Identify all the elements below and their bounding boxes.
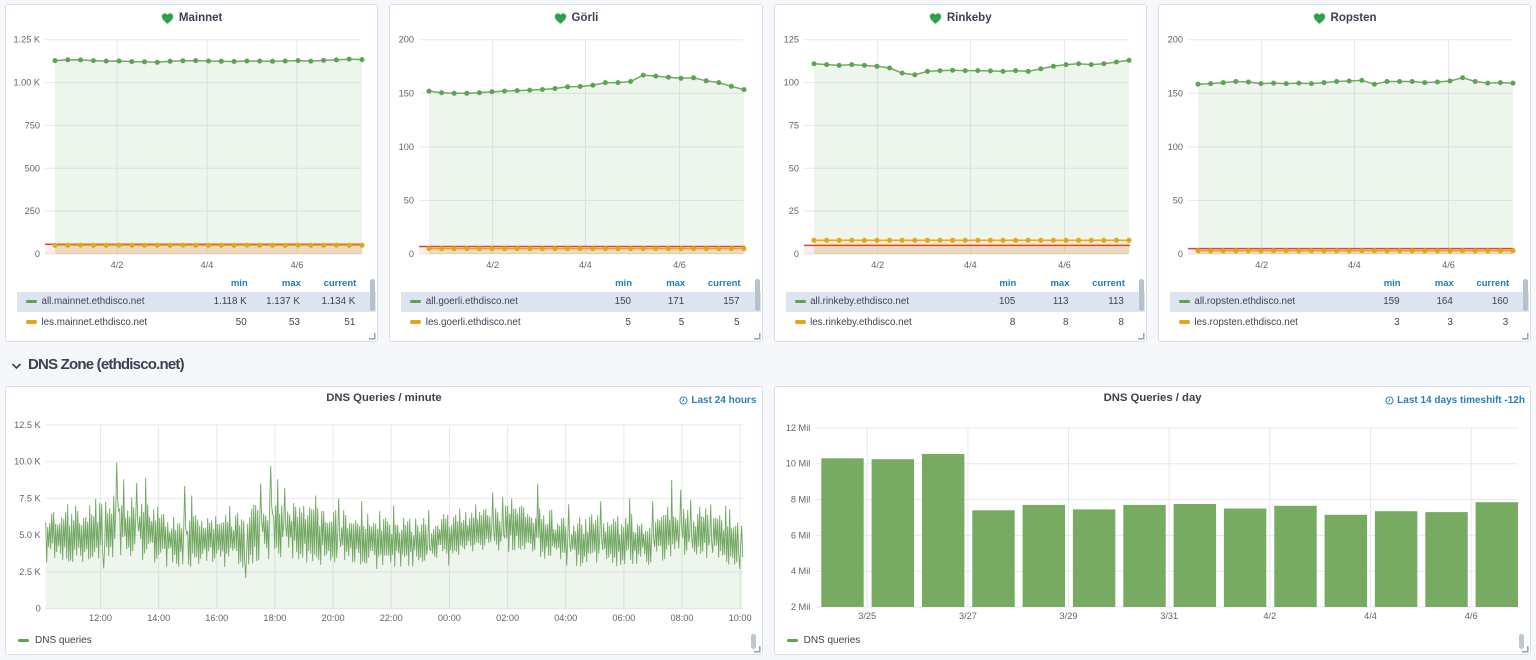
- svg-text:04:00: 04:00: [554, 613, 577, 623]
- svg-text:10 Mil: 10 Mil: [785, 459, 810, 469]
- svg-text:10:00: 10:00: [729, 613, 752, 623]
- svg-text:4/2: 4/2: [871, 260, 884, 270]
- svg-text:1.00 K: 1.00 K: [13, 78, 40, 88]
- svg-text:100: 100: [399, 142, 414, 152]
- svg-text:14:00: 14:00: [147, 613, 170, 623]
- svg-text:75: 75: [788, 120, 798, 130]
- svg-text:12 Mil: 12 Mil: [785, 423, 810, 433]
- svg-text:22:00: 22:00: [380, 613, 403, 623]
- svg-text:4/4: 4/4: [1348, 260, 1361, 270]
- svg-text:00:00: 00:00: [438, 613, 461, 623]
- svg-text:50: 50: [788, 163, 798, 173]
- svg-text:8 Mil: 8 Mil: [790, 495, 809, 505]
- svg-text:4/2: 4/2: [111, 260, 124, 270]
- svg-text:3/25: 3/25: [858, 611, 876, 621]
- svg-text:50: 50: [404, 195, 414, 205]
- svg-text:1.25 K: 1.25 K: [13, 35, 40, 45]
- svg-text:10.0 K: 10.0 K: [14, 457, 41, 467]
- svg-text:06:00: 06:00: [612, 613, 635, 623]
- svg-text:500: 500: [25, 163, 40, 173]
- svg-text:3/29: 3/29: [1059, 611, 1077, 621]
- svg-text:3/27: 3/27: [959, 611, 977, 621]
- svg-text:0: 0: [36, 604, 41, 614]
- svg-text:2.5 K: 2.5 K: [19, 567, 41, 577]
- svg-text:4/2: 4/2: [487, 260, 500, 270]
- svg-text:4/6: 4/6: [673, 260, 686, 270]
- svg-text:100: 100: [783, 78, 798, 88]
- svg-text:150: 150: [399, 88, 414, 98]
- svg-text:0: 0: [793, 249, 798, 259]
- svg-text:4 Mil: 4 Mil: [790, 566, 809, 576]
- svg-text:3/31: 3/31: [1160, 611, 1178, 621]
- svg-text:250: 250: [25, 206, 40, 216]
- svg-text:4/6: 4/6: [1464, 611, 1477, 621]
- svg-text:12.5 K: 12.5 K: [14, 420, 41, 430]
- svg-text:4/2: 4/2: [1255, 260, 1268, 270]
- svg-text:4/4: 4/4: [579, 260, 592, 270]
- svg-text:200: 200: [1168, 35, 1183, 45]
- svg-text:4/4: 4/4: [1364, 611, 1377, 621]
- svg-text:08:00: 08:00: [671, 613, 694, 623]
- svg-text:150: 150: [1168, 88, 1183, 98]
- svg-text:0: 0: [1178, 249, 1183, 259]
- svg-text:750: 750: [25, 120, 40, 130]
- svg-text:7.5 K: 7.5 K: [19, 493, 41, 503]
- svg-text:0: 0: [35, 249, 40, 259]
- svg-text:18:00: 18:00: [263, 613, 286, 623]
- svg-text:5.0 K: 5.0 K: [19, 530, 41, 540]
- svg-text:4/4: 4/4: [201, 260, 214, 270]
- svg-text:4/6: 4/6: [1058, 260, 1071, 270]
- svg-text:125: 125: [783, 35, 798, 45]
- svg-text:6 Mil: 6 Mil: [790, 530, 809, 540]
- svg-text:2 Mil: 2 Mil: [790, 602, 809, 612]
- svg-text:02:00: 02:00: [496, 613, 519, 623]
- svg-text:50: 50: [1173, 195, 1183, 205]
- svg-text:4/4: 4/4: [964, 260, 977, 270]
- svg-text:12:00: 12:00: [89, 613, 112, 623]
- svg-text:25: 25: [788, 206, 798, 216]
- svg-text:100: 100: [1168, 142, 1183, 152]
- svg-text:4/2: 4/2: [1263, 611, 1276, 621]
- svg-text:200: 200: [399, 35, 414, 45]
- svg-text:0: 0: [409, 249, 414, 259]
- svg-text:16:00: 16:00: [205, 613, 228, 623]
- svg-text:4/6: 4/6: [1442, 260, 1455, 270]
- svg-text:4/6: 4/6: [291, 260, 304, 270]
- svg-text:20:00: 20:00: [322, 613, 345, 623]
